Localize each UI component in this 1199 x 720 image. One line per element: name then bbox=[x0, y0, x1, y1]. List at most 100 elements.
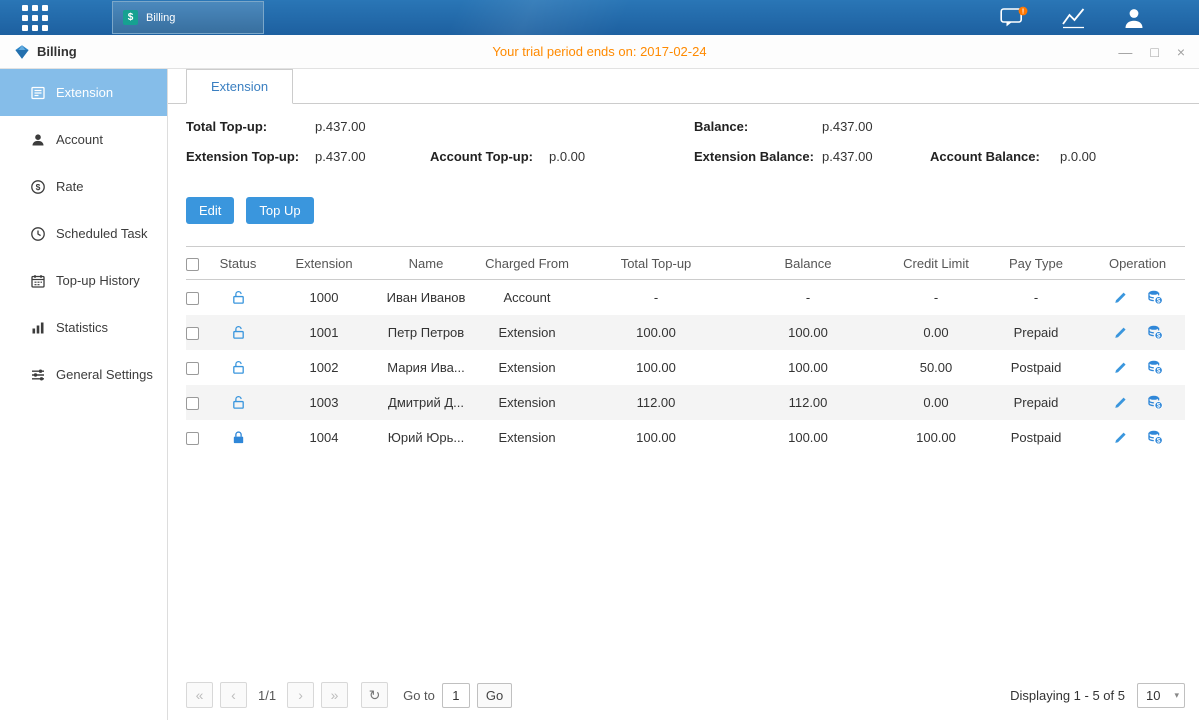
maximize-button[interactable]: □ bbox=[1150, 45, 1158, 59]
cell-charged-from: Extension bbox=[468, 315, 586, 350]
edit-row-icon[interactable] bbox=[1113, 289, 1129, 305]
cell-total-topup: 112.00 bbox=[586, 385, 726, 420]
top-up-button[interactable]: Top Up bbox=[246, 197, 313, 224]
svg-text:$: $ bbox=[1156, 333, 1160, 340]
cell-total-topup: 100.00 bbox=[586, 315, 726, 350]
cell-balance: 100.00 bbox=[726, 350, 890, 385]
cell-balance: 100.00 bbox=[726, 420, 890, 455]
edit-row-icon[interactable] bbox=[1113, 359, 1129, 375]
goto-page-input[interactable] bbox=[442, 683, 470, 708]
edit-row-icon[interactable] bbox=[1113, 429, 1129, 445]
col-balance-header: Balance bbox=[726, 247, 890, 280]
line-chart-icon bbox=[1061, 7, 1087, 29]
cell-credit-limit: 100.00 bbox=[890, 420, 982, 455]
next-page-button[interactable]: › bbox=[287, 682, 314, 708]
row-checkbox[interactable] bbox=[186, 327, 199, 340]
account-topup-label: Account Top-up: bbox=[430, 149, 549, 164]
trial-notice: Your trial period ends on: 2017-02-24 bbox=[0, 44, 1199, 59]
cell-name: Петр Петров bbox=[384, 315, 468, 350]
svg-text:$: $ bbox=[1156, 298, 1160, 305]
edit-row-icon[interactable] bbox=[1113, 394, 1129, 410]
cell-total-topup: 100.00 bbox=[586, 350, 726, 385]
col-status-header: Status bbox=[212, 247, 264, 280]
balance-label: Balance: bbox=[694, 119, 822, 134]
topup-row-icon[interactable]: $ bbox=[1147, 324, 1163, 340]
apps-grid-button[interactable] bbox=[0, 0, 70, 35]
lock-status-icon bbox=[231, 325, 246, 340]
row-checkbox[interactable] bbox=[186, 397, 199, 410]
svg-text:$: $ bbox=[1156, 403, 1160, 410]
cell-extension: 1003 bbox=[264, 385, 384, 420]
cell-extension: 1004 bbox=[264, 420, 384, 455]
summary-section: Total Top-up: p.437.00 Balance: p.437.00… bbox=[186, 119, 1185, 179]
sidebar-item-extension[interactable]: Extension bbox=[0, 69, 167, 116]
refresh-button[interactable]: ↻ bbox=[361, 682, 388, 708]
apps-grid-icon bbox=[22, 5, 48, 31]
rate-icon: $ bbox=[30, 179, 46, 195]
topup-row-icon[interactable]: $ bbox=[1147, 394, 1163, 410]
page-size-select[interactable]: 10 ▾ bbox=[1137, 683, 1185, 708]
row-checkbox[interactable] bbox=[186, 362, 199, 375]
extension-topup-value: p.437.00 bbox=[315, 149, 366, 164]
account-balance-value: p.0.00 bbox=[1060, 149, 1096, 164]
sidebar-item-label: Rate bbox=[56, 179, 83, 194]
table-row: 1004 Юрий Юрь... Extension 100.00 100.00… bbox=[186, 420, 1185, 455]
user-icon bbox=[1122, 7, 1146, 29]
topup-row-icon[interactable]: $ bbox=[1147, 359, 1163, 375]
chevron-down-icon: ▾ bbox=[1174, 690, 1179, 701]
tab-extension[interactable]: Extension bbox=[186, 69, 293, 104]
cell-extension: 1001 bbox=[264, 315, 384, 350]
select-all-checkbox[interactable] bbox=[186, 258, 199, 271]
col-credit-limit-header: Credit Limit bbox=[890, 247, 982, 280]
topup-row-icon[interactable]: $ bbox=[1147, 429, 1163, 445]
cell-pay-type: Prepaid bbox=[982, 315, 1090, 350]
extension-balance-label: Extension Balance: bbox=[694, 149, 822, 164]
lock-status-icon bbox=[231, 430, 246, 445]
window-title: Billing bbox=[37, 44, 77, 59]
sidebar-item-statistics[interactable]: Statistics bbox=[0, 304, 167, 351]
first-page-button[interactable]: « bbox=[186, 682, 213, 708]
sidebar: Extension Account $ Rate bbox=[0, 69, 168, 720]
account-icon bbox=[30, 132, 46, 148]
sidebar-item-label: Extension bbox=[56, 85, 113, 100]
close-button[interactable]: × bbox=[1177, 45, 1185, 59]
table-row: 1001 Петр Петров Extension 100.00 100.00… bbox=[186, 315, 1185, 350]
sidebar-item-topup-history[interactable]: Top-up History bbox=[0, 257, 167, 304]
cell-pay-type: Prepaid bbox=[982, 385, 1090, 420]
chat-bubble-icon: ! bbox=[1000, 6, 1028, 30]
cell-total-topup: 100.00 bbox=[586, 420, 726, 455]
edit-button[interactable]: Edit bbox=[186, 197, 234, 224]
topup-row-icon[interactable]: $ bbox=[1147, 289, 1163, 305]
cell-charged-from: Extension bbox=[468, 420, 586, 455]
cell-credit-limit: 50.00 bbox=[890, 350, 982, 385]
user-account-button[interactable] bbox=[1119, 6, 1149, 30]
minimize-button[interactable]: — bbox=[1118, 45, 1132, 59]
svg-text:$: $ bbox=[36, 182, 41, 192]
extension-table: Status Extension Name Charged From Total… bbox=[186, 246, 1185, 455]
sidebar-item-label: General Settings bbox=[56, 367, 153, 382]
balance-value: p.437.00 bbox=[822, 119, 873, 134]
last-page-button[interactable]: » bbox=[321, 682, 348, 708]
go-button[interactable]: Go bbox=[477, 683, 512, 708]
resource-monitor-button[interactable] bbox=[1059, 6, 1089, 30]
sidebar-item-label: Top-up History bbox=[56, 273, 140, 288]
row-checkbox[interactable] bbox=[186, 292, 199, 305]
prev-page-button[interactable]: ‹ bbox=[220, 682, 247, 708]
total-topup-value: p.437.00 bbox=[315, 119, 366, 134]
svg-text:$: $ bbox=[1156, 368, 1160, 375]
edit-row-icon[interactable] bbox=[1113, 324, 1129, 340]
cell-extension: 1002 bbox=[264, 350, 384, 385]
sidebar-item-label: Account bbox=[56, 132, 103, 147]
billing-app-tab[interactable]: $ Billing bbox=[112, 1, 264, 34]
col-name-header: Name bbox=[384, 247, 468, 280]
row-checkbox[interactable] bbox=[186, 432, 199, 445]
cell-name: Дмитрий Д... bbox=[384, 385, 468, 420]
cell-pay-type: Postpaid bbox=[982, 420, 1090, 455]
sidebar-item-account[interactable]: Account bbox=[0, 116, 167, 163]
sidebar-item-scheduled-task[interactable]: Scheduled Task bbox=[0, 210, 167, 257]
sidebar-item-general-settings[interactable]: General Settings bbox=[0, 351, 167, 398]
notifications-button[interactable]: ! bbox=[999, 6, 1029, 30]
pagination: « ‹ 1/1 › » ↻ Go to Go Displaying 1 - 5 … bbox=[186, 672, 1185, 720]
sidebar-item-rate[interactable]: $ Rate bbox=[0, 163, 167, 210]
cell-name: Мария Ива... bbox=[384, 350, 468, 385]
